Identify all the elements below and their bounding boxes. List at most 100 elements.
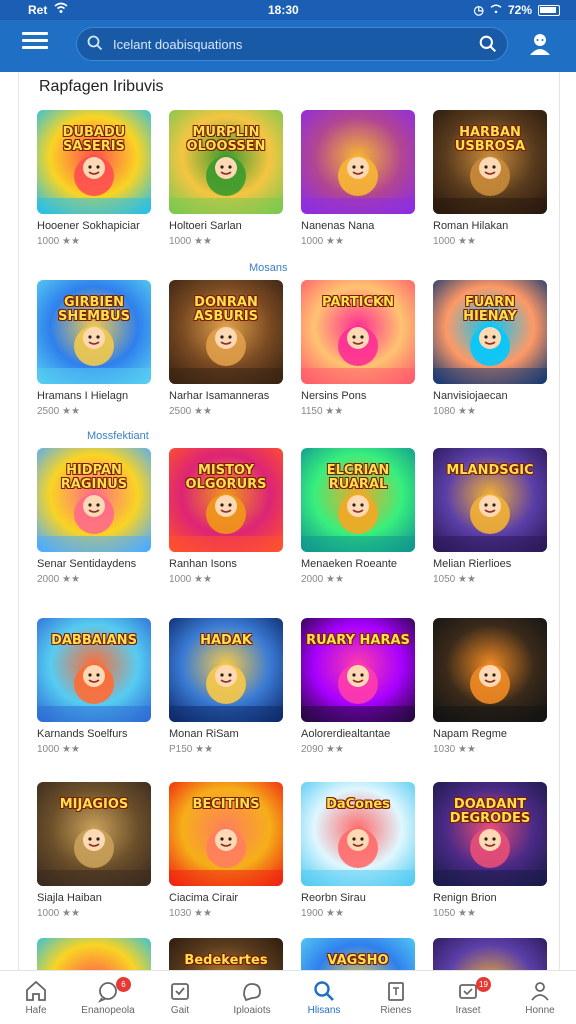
app-rating: 1000 ★★ (37, 236, 80, 247)
app-name[interactable]: Nanvisiojaecan (433, 390, 557, 402)
app-tile[interactable]: DOADANT DEGRODES (433, 782, 547, 886)
app-tile[interactable]: HARBAN USBROSA (433, 110, 547, 214)
app-rating: 2000 ★★ (301, 574, 344, 585)
app-name[interactable]: Ranhan Isons (169, 558, 293, 570)
nav-item-2[interactable]: Gait (144, 971, 216, 1024)
app-tile[interactable] (433, 938, 547, 970)
nav-item-1[interactable]: Enanopeola 6 (72, 971, 144, 1024)
app-name[interactable]: Napam Regme (433, 728, 557, 740)
menu-icon (22, 32, 48, 35)
nav-item-6[interactable]: Iraset 19 (432, 971, 504, 1024)
app-name[interactable]: Renign Brion (433, 892, 557, 904)
app-rating: 1900 ★★ (301, 908, 344, 919)
app-name[interactable]: Holtoeri Sarlan (169, 220, 293, 232)
app-rating: 1050 ★★ (433, 908, 476, 919)
menu-button[interactable] (22, 32, 48, 54)
nav-item-7[interactable]: Honne (504, 971, 576, 1024)
nav-item-4[interactable]: Hlisans (288, 971, 360, 1024)
app-name[interactable]: Siajla Haiban (37, 892, 161, 904)
app-tile[interactable]: FUARN HIENAY (433, 280, 547, 384)
app-name[interactable]: Monan RiSam (169, 728, 293, 740)
nav-label: Enanopeola (81, 1005, 135, 1016)
app-tile[interactable]: HIDPAN RAGINUS (37, 448, 151, 552)
app-artwork-title: MURPLIN OLOOSSEN (186, 125, 266, 154)
app-tile[interactable]: PARTICKN (301, 280, 415, 384)
status-icons: ◷ 72% (473, 3, 560, 17)
app-name[interactable]: Nersins Pons (301, 390, 425, 402)
app-rating: P150 ★★ (169, 744, 214, 755)
section-title: Rapfagen Iribuvis (39, 78, 164, 95)
app-tile[interactable]: VAGSHO (301, 938, 415, 970)
app-name[interactable]: Narhar Isamanneras (169, 390, 293, 402)
search-submit-icon[interactable] (479, 35, 497, 58)
app-name[interactable]: Melian Rierlioes (433, 558, 557, 570)
search-input[interactable] (113, 34, 443, 54)
notification-badge: 19 (476, 977, 491, 992)
sub-label: Mosans (249, 262, 288, 274)
app-tile[interactable]: DABBAIANS (37, 618, 151, 722)
app-artwork-title: DaCones (326, 797, 390, 812)
bottom-navigation: Hafe Enanopeola 6 Gait Iploaiots Hlisans Riene… (0, 970, 576, 1024)
app-name[interactable]: Reorbn Sirau (301, 892, 425, 904)
app-name[interactable]: Nanenas Nana (301, 220, 425, 232)
app-tile[interactable] (433, 618, 547, 722)
app-name[interactable]: Hramans I Hielagn (37, 390, 161, 402)
app-tile[interactable]: GIRBIEN SHEMBUS (37, 280, 151, 384)
document-icon (384, 979, 408, 1003)
app-artwork-title: DUBADU SASERIS (62, 125, 126, 154)
app-artwork-title: RUARY HARAS (306, 633, 410, 648)
app-artwork-title: MISTOY OLGORURS (185, 463, 267, 492)
profile-icon (528, 979, 552, 1003)
app-tile[interactable] (37, 938, 151, 970)
app-tile[interactable]: MURPLIN OLOOSSEN (169, 110, 283, 214)
app-name[interactable]: Senar Sentidaydens (37, 558, 161, 570)
app-tile[interactable]: RUARY HARAS (301, 618, 415, 722)
nav-item-5[interactable]: Rienes (360, 971, 432, 1024)
search-icon (87, 35, 103, 56)
app-name[interactable]: Ciacima Cirair (169, 892, 293, 904)
app-tile[interactable]: HADAK (169, 618, 283, 722)
app-bar (0, 20, 576, 72)
app-name[interactable]: Aolorerdiealtantae (301, 728, 425, 740)
search-bar[interactable] (76, 27, 508, 61)
app-artwork-title: ELCRIAN RUARAL (326, 463, 390, 492)
app-tile[interactable]: MISTOY OLGORURS (169, 448, 283, 552)
app-artwork-title: HIDPAN RAGINUS (60, 463, 128, 492)
app-rating: 2000 ★★ (37, 574, 80, 585)
app-tile[interactable]: BECITINS (169, 782, 283, 886)
app-rating: 1000 ★★ (37, 744, 80, 755)
app-name[interactable]: Menaeken Roeante (301, 558, 425, 570)
app-name[interactable]: Karnands Soelfurs (37, 728, 161, 740)
battery-icon (538, 4, 560, 16)
nav-label: Hafe (25, 1005, 47, 1016)
app-tile[interactable]: MLANDSGIC (433, 448, 547, 552)
app-name[interactable]: Hooener Sokhapiciar (37, 220, 161, 232)
app-tile[interactable] (301, 110, 415, 214)
nav-item-0[interactable]: Hafe (0, 971, 72, 1024)
app-rating: 1000 ★★ (169, 574, 212, 585)
menu-icon-line (22, 39, 48, 42)
app-tile[interactable]: DaCones (301, 782, 415, 886)
status-bar: Ret 18:30 ◷ 72% (0, 0, 576, 20)
app-name[interactable]: Roman Hilakan (433, 220, 557, 232)
app-rating: 2090 ★★ (301, 744, 344, 755)
nav-item-3[interactable]: Iploaiots (216, 971, 288, 1024)
alarm-icon: ◷ (473, 3, 484, 17)
app-tile[interactable]: ELCRIAN RUARAL (301, 448, 415, 552)
profile-button[interactable] (526, 30, 554, 58)
app-tile[interactable]: Bedekertes (169, 938, 283, 970)
app-tile[interactable]: DUBADU SASERIS (37, 110, 151, 214)
app-artwork-title: DABBAIANS (51, 633, 137, 648)
app-rating: 1030 ★★ (169, 908, 212, 919)
app-artwork-title: PARTICKN (321, 295, 395, 310)
app-artwork-title: VAGSHO (327, 953, 389, 968)
app-rating: 1000 ★★ (169, 236, 212, 247)
app-grid-panel: Rapfagen Iribuvis Mosans Mossfektiant DU… (18, 72, 560, 970)
app-artwork-title: MLANDSGIC (446, 463, 534, 478)
nav-label: Rienes (380, 1005, 412, 1016)
app-tile[interactable]: MIJAGIOS (37, 782, 151, 886)
app-rating: 2500 ★★ (37, 406, 80, 417)
app-rating: 1080 ★★ (433, 406, 476, 417)
nav-label: Hlisans (307, 1005, 341, 1016)
app-tile[interactable]: DONRAN ASBURIS (169, 280, 283, 384)
